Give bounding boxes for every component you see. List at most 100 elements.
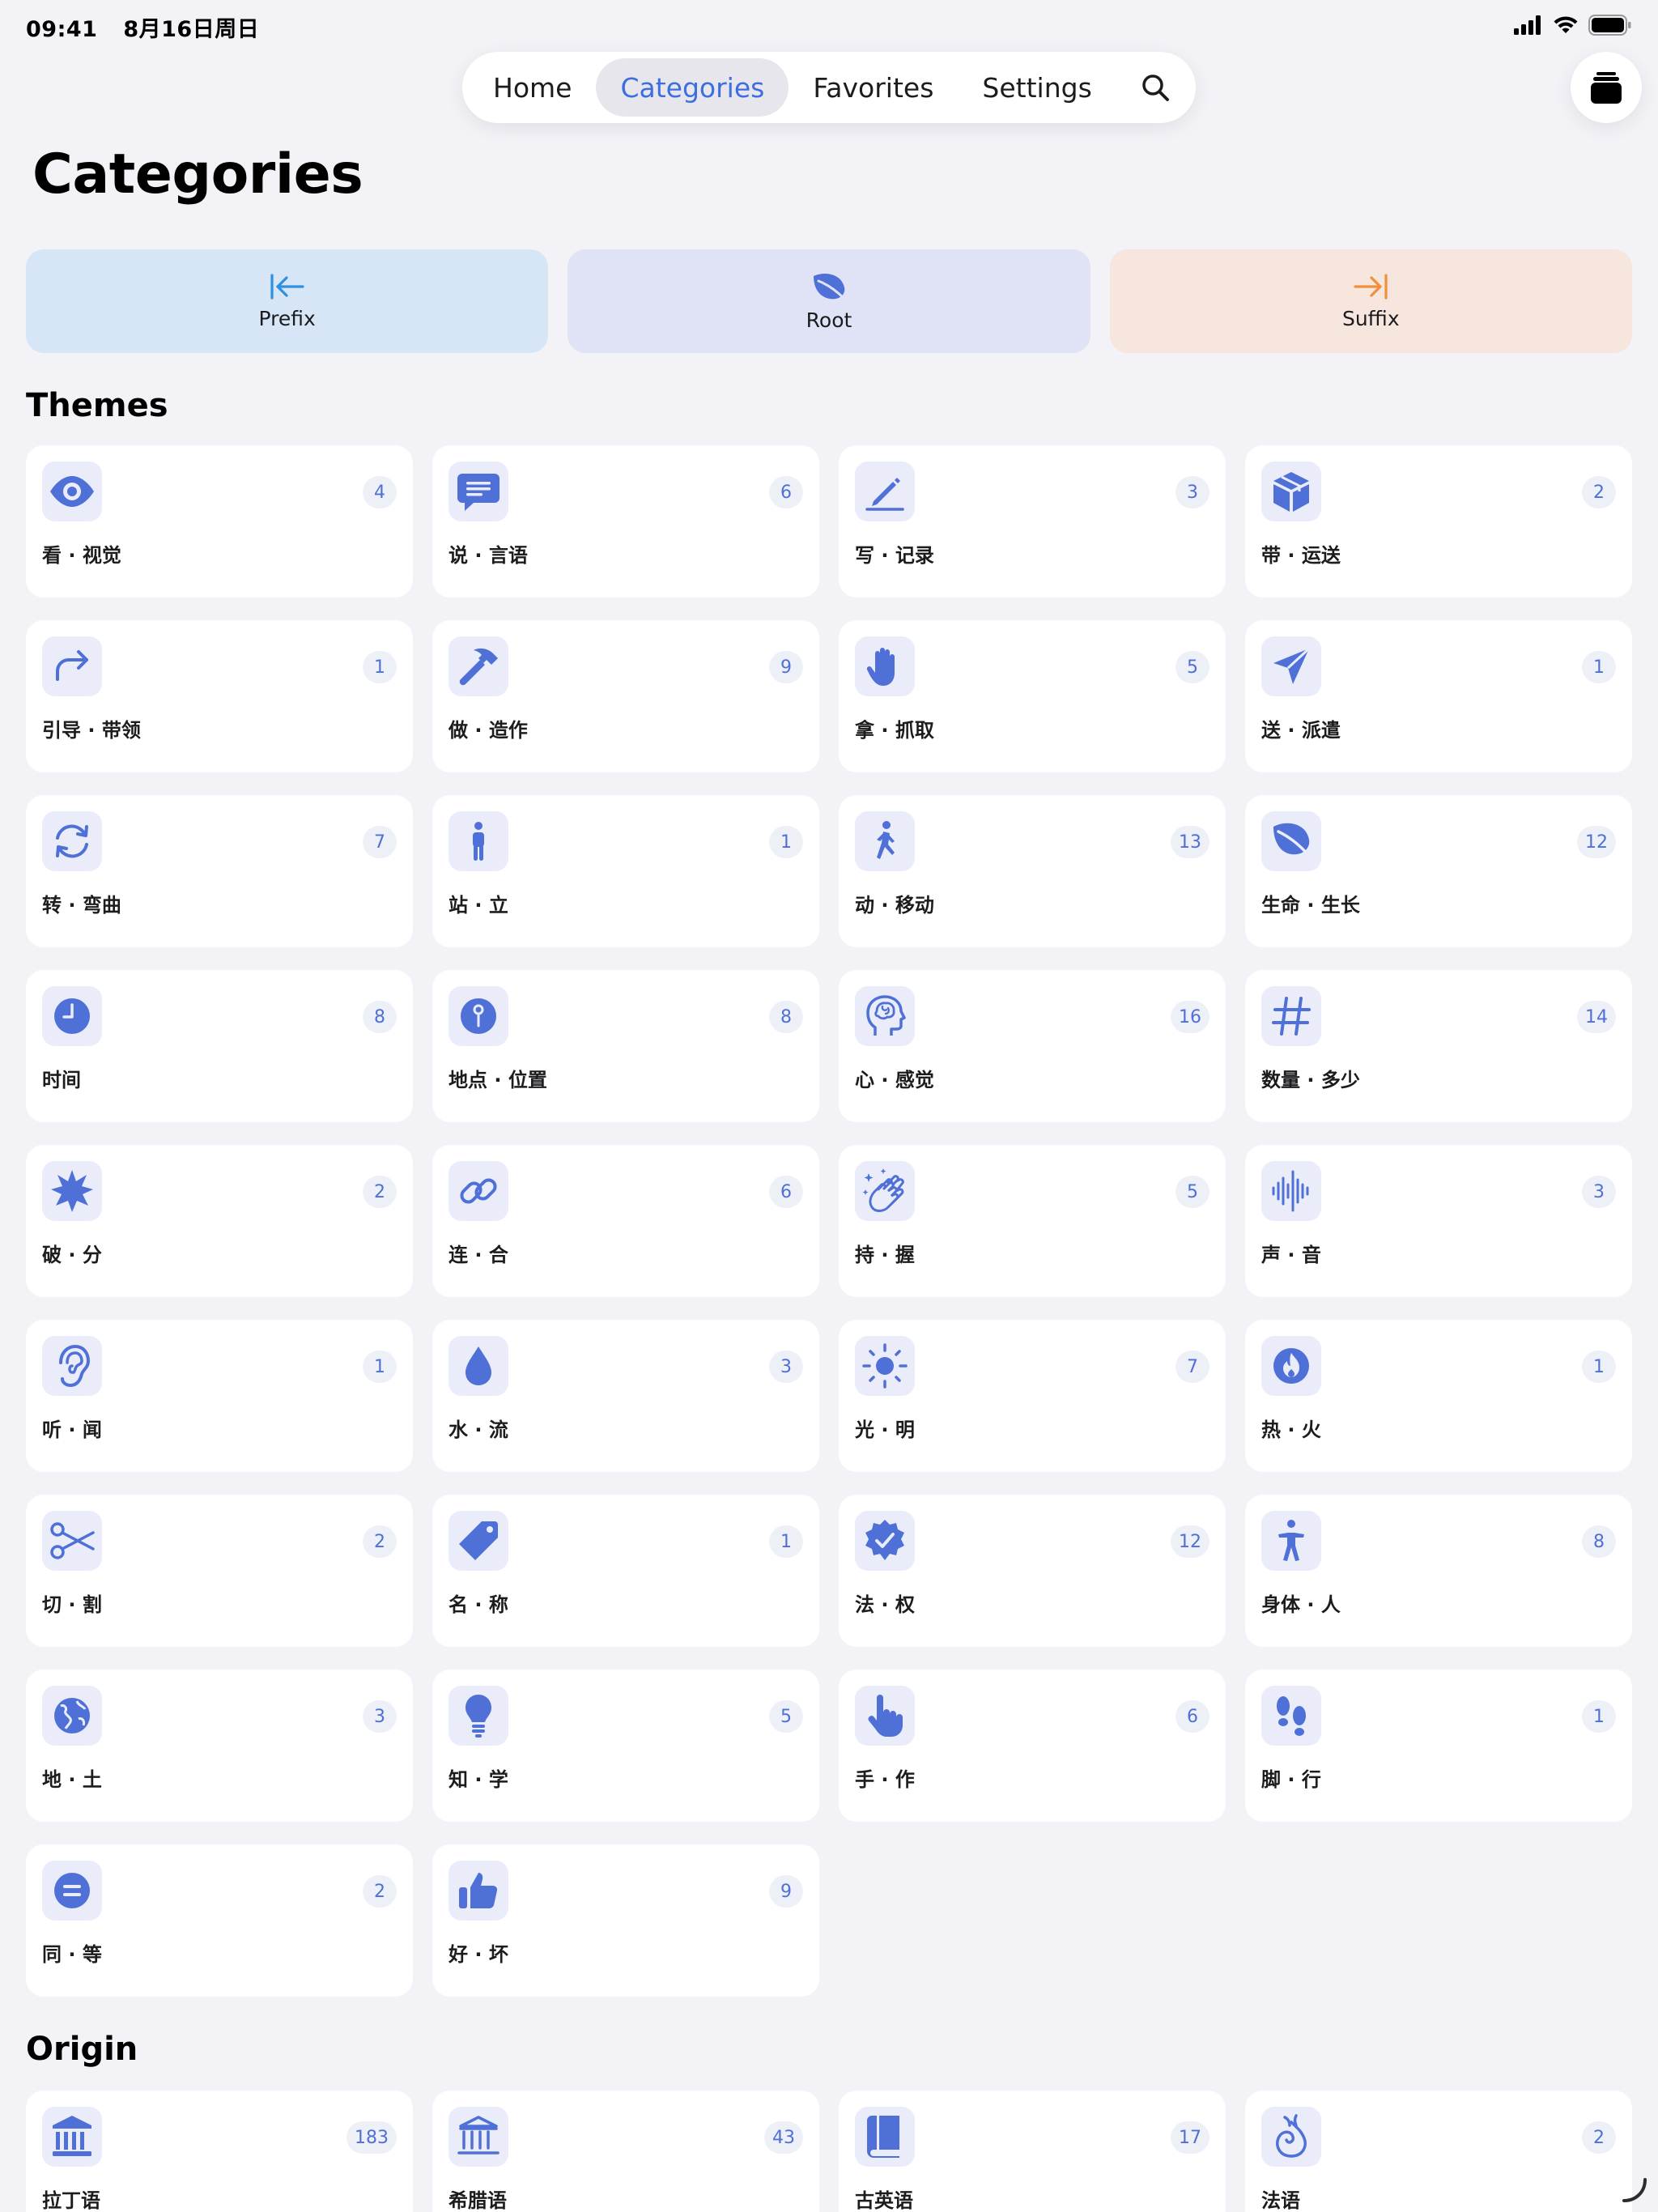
theme-card[interactable]: 7 光 · 明	[839, 1320, 1226, 1472]
theme-card[interactable]: 8 地点 · 位置	[432, 970, 819, 1122]
affix-row: Prefix Root Suffix	[26, 249, 1632, 353]
theme-count: 1	[1582, 651, 1616, 683]
theme-card[interactable]: 5 拿 · 抓取	[839, 620, 1226, 772]
theme-name: 脚 · 行	[1261, 1768, 1321, 1791]
theme-card[interactable]: 9 做 · 造作	[432, 620, 819, 772]
theme-count: 5	[1175, 1176, 1209, 1208]
theme-name: 时间	[42, 1069, 81, 1091]
tab-favorites[interactable]: Favorites	[789, 58, 958, 117]
cards-stack-button[interactable]	[1571, 52, 1642, 123]
status-time: 09:41	[26, 17, 98, 42]
origin-card[interactable]: 2 法语	[1245, 2091, 1632, 2212]
prefix-card[interactable]: Prefix	[26, 249, 549, 353]
theme-card[interactable]: 3 写 · 记录	[839, 445, 1226, 598]
theme-card[interactable]: 1 热 · 火	[1245, 1320, 1632, 1472]
theme-count: 8	[1582, 1525, 1616, 1558]
sun-icon	[862, 1343, 908, 1389]
theme-card[interactable]: 5 知 · 学	[432, 1670, 819, 1822]
theme-name: 切 · 割	[42, 1593, 102, 1616]
theme-card[interactable]: 7 转 · 弯曲	[26, 795, 413, 947]
theme-card[interactable]: 9 好 · 坏	[432, 1844, 819, 1997]
footprints-icon	[1277, 1696, 1306, 1736]
theme-icon-box	[855, 636, 915, 696]
root-card[interactable]: Root	[568, 249, 1090, 353]
theme-name: 生命 · 生长	[1261, 894, 1360, 917]
theme-count: 2	[363, 1525, 397, 1558]
arrow-left-to-bar-icon	[270, 273, 304, 300]
theme-name: 知 · 学	[449, 1768, 508, 1791]
theme-card[interactable]: 6 连 · 合	[432, 1145, 819, 1297]
theme-card[interactable]: 5 持 · 握	[839, 1145, 1226, 1297]
leaf-icon	[1273, 823, 1311, 857]
theme-card[interactable]: 6 说 · 言语	[432, 445, 819, 598]
eye-icon	[50, 476, 94, 507]
origin-icon-box	[1261, 2107, 1321, 2167]
theme-card[interactable]: 2 破 · 分	[26, 1145, 413, 1297]
theme-count: 9	[769, 1875, 803, 1908]
theme-card[interactable]: 1 听 · 闻	[26, 1320, 413, 1472]
theme-card[interactable]: 3 声 · 音	[1245, 1145, 1632, 1297]
theme-card[interactable]: 8 时间	[26, 970, 413, 1122]
theme-name: 地 · 土	[42, 1768, 102, 1791]
drop-icon	[466, 1346, 491, 1385]
theme-icon-box	[1261, 811, 1321, 871]
theme-icon-box	[855, 1161, 915, 1221]
theme-card[interactable]: 8 身体 · 人	[1245, 1495, 1632, 1647]
theme-count: 4	[363, 476, 397, 508]
theme-card[interactable]: 1 脚 · 行	[1245, 1670, 1632, 1822]
theme-card[interactable]: 1 送 · 派遣	[1245, 620, 1632, 772]
theme-card[interactable]: 2 带 · 运送	[1245, 445, 1632, 598]
theme-card[interactable]: 13 动 · 移动	[839, 795, 1226, 947]
origin-name: 拉丁语	[42, 2189, 100, 2212]
standing-person-icon	[473, 822, 484, 861]
origin-card[interactable]: 43 希腊语	[432, 2091, 819, 2212]
theme-icon-box	[855, 986, 915, 1046]
theme-card[interactable]: 14 数量 · 多少	[1245, 970, 1632, 1122]
box-icon	[1273, 472, 1309, 512]
origin-grid: 183 拉丁语 43 希腊语 17 古英语 2 法语	[26, 2091, 1632, 2212]
theme-name: 地点 · 位置	[449, 1069, 547, 1091]
theme-icon-box	[449, 462, 508, 521]
origin-card[interactable]: 183 拉丁语	[26, 2091, 413, 2212]
equal-circle-icon	[54, 1873, 90, 1908]
theme-icon-box	[449, 1336, 508, 1396]
theme-card[interactable]: 16 心 · 感觉	[839, 970, 1226, 1122]
search-button[interactable]	[1126, 58, 1184, 117]
theme-card[interactable]: 2 同 · 等	[26, 1844, 413, 1997]
theme-icon-box	[449, 986, 508, 1046]
theme-card[interactable]: 3 地 · 土	[26, 1670, 413, 1822]
theme-count: 5	[769, 1700, 803, 1733]
tab-settings[interactable]: Settings	[958, 58, 1116, 117]
waveform-icon	[1272, 1170, 1309, 1212]
theme-icon-box	[42, 986, 102, 1046]
status-time-date: 09:41 8月16日周日	[26, 11, 277, 43]
origin-icon-box	[449, 2107, 508, 2167]
suffix-card[interactable]: Suffix	[1109, 249, 1632, 353]
theme-card[interactable]: 3 水 · 流	[432, 1320, 819, 1472]
hand-icon	[866, 648, 895, 686]
map-pin-icon	[461, 998, 496, 1034]
thumbs-up-icon	[459, 1873, 498, 1909]
cellular-signal-icon	[1514, 15, 1541, 35]
theme-name: 送 · 派遣	[1261, 719, 1341, 742]
theme-icon-box	[855, 1511, 915, 1571]
origin-count: 17	[1171, 2121, 1209, 2154]
theme-card[interactable]: 12 法 · 权	[839, 1495, 1226, 1647]
building-columns-icon	[53, 2116, 91, 2156]
theme-card[interactable]: 12 生命 · 生长	[1245, 795, 1632, 947]
theme-count: 3	[1175, 476, 1209, 508]
theme-icon-box	[449, 1686, 508, 1746]
theme-name: 名 · 称	[449, 1593, 508, 1616]
theme-card[interactable]: 1 名 · 称	[432, 1495, 819, 1647]
wifi-icon	[1554, 16, 1578, 33]
tab-home[interactable]: Home	[469, 58, 596, 117]
theme-card[interactable]: 1 站 · 立	[432, 795, 819, 947]
theme-name: 破 · 分	[42, 1244, 102, 1266]
origin-card[interactable]: 17 古英语	[839, 2091, 1226, 2212]
theme-card[interactable]: 1 引导 · 带领	[26, 620, 413, 772]
theme-card[interactable]: 2 切 · 割	[26, 1495, 413, 1647]
theme-icon-box	[42, 1686, 102, 1746]
theme-card[interactable]: 4 看 · 视觉	[26, 445, 413, 598]
theme-card[interactable]: 6 手 · 作	[839, 1670, 1226, 1822]
tab-categories[interactable]: Categories	[596, 58, 789, 117]
